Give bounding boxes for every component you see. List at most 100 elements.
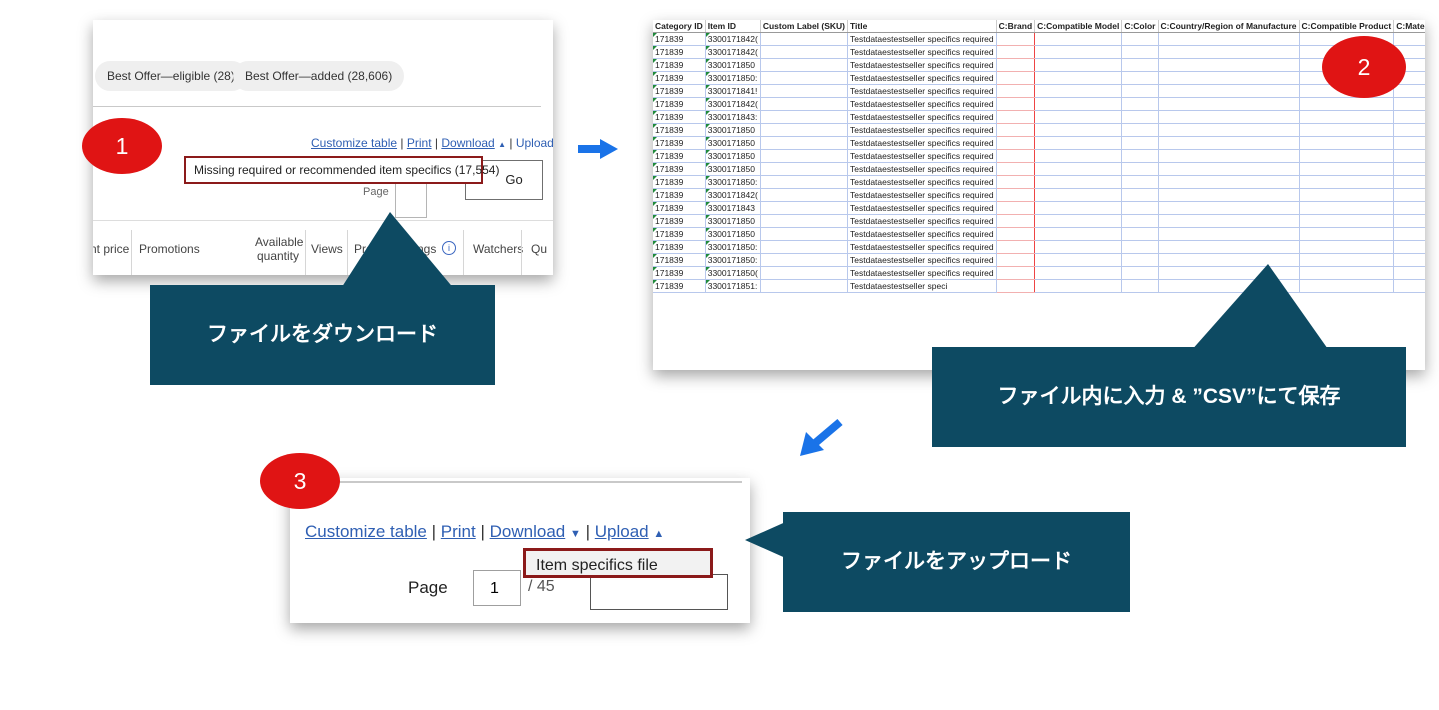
cell-compatible-product[interactable] <box>1299 214 1395 228</box>
header-item-id[interactable]: Item ID <box>705 20 761 33</box>
cell-color[interactable] <box>1121 110 1159 124</box>
column-watchers[interactable]: Watchers <box>473 242 523 256</box>
cell-title[interactable]: Testdataestestseller specifics required <box>847 136 997 150</box>
cell-material[interactable] <box>1393 201 1425 215</box>
header-compatible-model[interactable]: C:Compatible Model <box>1034 20 1123 33</box>
cell-title[interactable]: Testdataestestseller specifics required <box>847 84 997 98</box>
cell-brand[interactable] <box>995 175 1036 189</box>
cell-category-id[interactable]: 171839 <box>653 84 706 98</box>
cell-category-id[interactable]: 171839 <box>653 279 706 293</box>
cell-category-id[interactable]: 171839 <box>653 149 706 163</box>
cell-item-id[interactable]: 3300171850 <box>705 227 761 241</box>
cell-color[interactable] <box>1121 45 1159 59</box>
header-material[interactable]: C:Material <box>1393 20 1425 33</box>
cell-country[interactable] <box>1158 175 1300 189</box>
cell-compatible-product[interactable] <box>1299 162 1395 176</box>
cell-item-id[interactable]: 3300171850 <box>705 123 761 137</box>
cell-brand[interactable] <box>995 188 1036 202</box>
cell-color[interactable] <box>1121 123 1159 137</box>
cell-item-id[interactable]: 3300171850 <box>705 214 761 228</box>
cell-color[interactable] <box>1121 84 1159 98</box>
cell-country[interactable] <box>1158 97 1300 111</box>
cell-compatible-model[interactable] <box>1034 201 1123 215</box>
cell-brand[interactable] <box>995 71 1036 85</box>
cell-country[interactable] <box>1158 136 1300 150</box>
cell-brand[interactable] <box>995 279 1036 293</box>
cell-country[interactable] <box>1158 227 1300 241</box>
cell-category-id[interactable]: 171839 <box>653 201 706 215</box>
cell-compatible-product[interactable] <box>1299 227 1395 241</box>
cell-material[interactable] <box>1393 240 1425 254</box>
cell-material[interactable] <box>1393 214 1425 228</box>
cell-custom-label[interactable] <box>760 136 849 150</box>
cell-item-id[interactable]: 3300171842( <box>705 32 761 46</box>
cell-compatible-product[interactable] <box>1299 97 1395 111</box>
cell-brand[interactable] <box>995 110 1036 124</box>
header-title[interactable]: Title <box>847 20 997 33</box>
header-color[interactable]: C:Color <box>1121 20 1159 33</box>
cell-material[interactable] <box>1393 149 1425 163</box>
cell-country[interactable] <box>1158 123 1300 137</box>
cell-item-id[interactable]: 3300171842( <box>705 97 761 111</box>
cell-custom-label[interactable] <box>760 32 849 46</box>
cell-color[interactable] <box>1121 32 1159 46</box>
cell-material[interactable] <box>1393 279 1425 293</box>
cell-country[interactable] <box>1158 240 1300 254</box>
cell-custom-label[interactable] <box>760 240 849 254</box>
cell-category-id[interactable]: 171839 <box>653 266 706 280</box>
cell-item-id[interactable]: 3300171850: <box>705 71 761 85</box>
download-link[interactable]: Download <box>490 522 566 541</box>
cell-material[interactable] <box>1393 84 1425 98</box>
cell-custom-label[interactable] <box>760 110 849 124</box>
header-country[interactable]: C:Country/Region of Manufacture <box>1158 20 1300 33</box>
cell-category-id[interactable]: 171839 <box>653 123 706 137</box>
cell-item-id[interactable]: 3300171850( <box>705 266 761 280</box>
cell-title[interactable]: Testdataestestseller specifics required <box>847 253 997 267</box>
cell-item-id[interactable]: 3300171850 <box>705 58 761 72</box>
print-link[interactable]: Print <box>407 136 432 150</box>
cell-category-id[interactable]: 171839 <box>653 227 706 241</box>
cell-color[interactable] <box>1121 214 1159 228</box>
cell-category-id[interactable]: 171839 <box>653 45 706 59</box>
cell-title[interactable]: Testdataestestseller speci <box>847 279 997 293</box>
cell-material[interactable] <box>1393 136 1425 150</box>
cell-title[interactable]: Testdataestestseller specifics required <box>847 214 997 228</box>
cell-country[interactable] <box>1158 201 1300 215</box>
header-compatible-product[interactable]: C:Compatible Product <box>1299 20 1395 33</box>
customize-table-link[interactable]: Customize table <box>311 136 397 150</box>
cell-material[interactable] <box>1393 266 1425 280</box>
cell-brand[interactable] <box>995 58 1036 72</box>
cell-title[interactable]: Testdataestestseller specifics required <box>847 123 997 137</box>
cell-compatible-model[interactable] <box>1034 240 1123 254</box>
cell-brand[interactable] <box>995 214 1036 228</box>
cell-title[interactable]: Testdataestestseller specifics required <box>847 201 997 215</box>
cell-compatible-model[interactable] <box>1034 45 1123 59</box>
cell-title[interactable]: Testdataestestseller specifics required <box>847 240 997 254</box>
header-brand[interactable]: C:Brand <box>996 20 1036 33</box>
upload-link[interactable]: Upload <box>595 522 649 541</box>
cell-custom-label[interactable] <box>760 123 849 137</box>
cell-category-id[interactable]: 171839 <box>653 253 706 267</box>
cell-custom-label[interactable] <box>760 175 849 189</box>
cell-brand[interactable] <box>995 240 1036 254</box>
cell-item-id[interactable]: 3300171843 <box>705 201 761 215</box>
cell-item-id[interactable]: 3300171850 <box>705 136 761 150</box>
cell-category-id[interactable]: 171839 <box>653 162 706 176</box>
cell-custom-label[interactable] <box>760 97 849 111</box>
cell-item-id[interactable]: 3300171850 <box>705 162 761 176</box>
cell-custom-label[interactable] <box>760 227 849 241</box>
cell-compatible-model[interactable] <box>1034 84 1123 98</box>
cell-custom-label[interactable] <box>760 214 849 228</box>
filter-best-offer-added[interactable]: Best Offer—added (28,606) <box>233 61 405 91</box>
cell-title[interactable]: Testdataestestseller specifics required <box>847 266 997 280</box>
cell-compatible-product[interactable] <box>1299 201 1395 215</box>
cell-item-id[interactable]: 3300171850: <box>705 175 761 189</box>
cell-brand[interactable] <box>995 227 1036 241</box>
cell-brand[interactable] <box>995 162 1036 176</box>
cell-material[interactable] <box>1393 227 1425 241</box>
cell-color[interactable] <box>1121 58 1159 72</box>
download-link[interactable]: Download <box>441 136 494 150</box>
header-category-id[interactable]: Category ID <box>653 20 706 33</box>
cell-compatible-model[interactable] <box>1034 162 1123 176</box>
cell-category-id[interactable]: 171839 <box>653 110 706 124</box>
